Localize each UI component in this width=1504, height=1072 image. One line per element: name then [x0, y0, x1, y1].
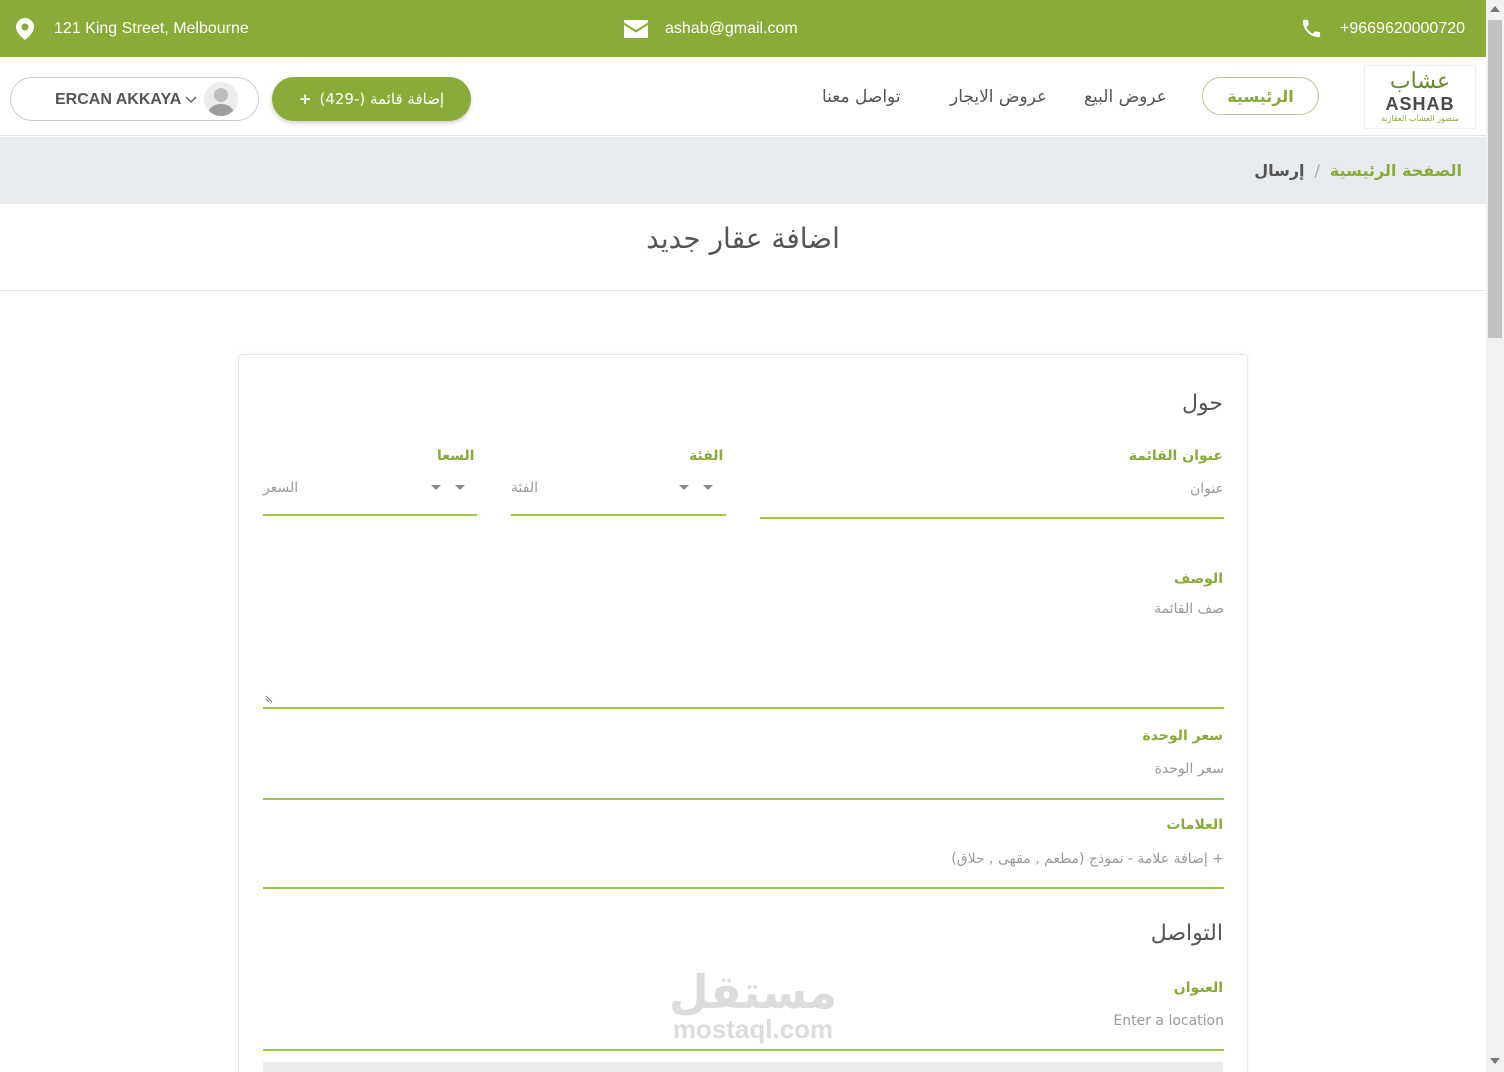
phone-text[interactable]: +9669620000720: [1340, 20, 1465, 38]
scroll-up-icon[interactable]: [1490, 6, 1500, 12]
scroll-down-icon[interactable]: [1490, 1058, 1500, 1064]
address-placeholder: Enter a location: [1113, 1013, 1224, 1029]
avatar[interactable]: [204, 82, 238, 116]
price-select[interactable]: السعر: [263, 463, 477, 516]
tags-placeholder: + إضافة علامة - نموذج (مطعم , مقهى , حلا…: [951, 851, 1224, 867]
email-text[interactable]: ashab@gmail.com: [665, 20, 798, 38]
user-avatar-icon: [204, 82, 238, 116]
phone-info[interactable]: +9669620000720: [1300, 0, 1465, 57]
page-title: اضافة عقار جديد: [646, 222, 840, 255]
location-map[interactable]: [263, 1062, 1223, 1072]
user-menu[interactable]: ERCAN AKKAYA: [10, 77, 259, 121]
nav-contact-link[interactable]: تواصل معنا: [822, 57, 901, 136]
watermark-english: mostaql.com: [672, 1014, 834, 1044]
plus-icon: +: [298, 90, 312, 108]
envelope-icon: [624, 19, 648, 38]
chevron-down-icon: [185, 96, 197, 104]
add-listing-label: إضافة قائمة (-429): [319, 90, 445, 108]
scrollbar-thumb[interactable]: [1488, 20, 1502, 338]
listing-title-placeholder: عنوان: [1190, 481, 1224, 497]
map-pin-icon: [16, 17, 34, 40]
add-listing-button[interactable]: إضافة قائمة (-429) +: [272, 77, 471, 121]
site-logo[interactable]: عشاب ASHAB منصور العشاب العقارية: [1364, 65, 1476, 129]
logo-tagline: منصور العشاب العقارية: [1381, 114, 1459, 123]
nav-rent-link[interactable]: عروض الايجار: [950, 57, 1047, 136]
section-contact-heading: التواصل: [1150, 921, 1223, 946]
caret-down-icon: [431, 485, 441, 490]
logo-arabic: عشاب: [1389, 69, 1451, 94]
caret-down-icon: [455, 485, 465, 490]
category-label: الفئة: [689, 448, 724, 464]
top-info-bar: 121 King Street, Melbourne ashab@gmail.c…: [0, 0, 1486, 57]
nav-home-link[interactable]: الرئيسية: [1202, 77, 1319, 115]
description-label: الوصف: [1173, 571, 1223, 587]
watermark: مستقل mostaql.com: [638, 968, 868, 1042]
price-placeholder: السعر: [263, 480, 299, 496]
watermark-arabic: مستقل: [668, 965, 838, 1019]
breadcrumb-bar: الصفحة الرئيسية / إرسال: [0, 137, 1486, 204]
resize-handle-icon[interactable]: [265, 693, 275, 703]
address-info: 121 King Street, Melbourne: [16, 0, 249, 57]
nav-sale-link[interactable]: عروض البيع: [1084, 57, 1167, 136]
caret-down-icon: [679, 485, 689, 490]
user-name-text: ERCAN AKKAYA: [55, 91, 182, 108]
unit-price-label: سعر الوحدة: [1142, 728, 1223, 744]
title-divider: [0, 290, 1486, 291]
description-textarea[interactable]: صف القائمة: [263, 591, 1224, 709]
address-label: العنوان: [1173, 980, 1223, 996]
breadcrumb: الصفحة الرئيسية / إرسال: [1254, 137, 1462, 204]
tags-label: العلامات: [1166, 817, 1223, 833]
listing-title-label: عنوان القائمة: [1128, 448, 1223, 464]
breadcrumb-home-link[interactable]: الصفحة الرئيسية: [1330, 161, 1462, 180]
caret-down-icon: [703, 485, 713, 490]
unit-price-input[interactable]: سعر الوحدة: [263, 747, 1224, 800]
price-label: السعا: [437, 448, 475, 464]
logo-english: ASHAB: [1385, 94, 1455, 114]
unit-price-placeholder: سعر الوحدة: [1154, 761, 1224, 777]
tags-input[interactable]: + إضافة علامة - نموذج (مطعم , مقهى , حلا…: [263, 835, 1224, 889]
address-text: 121 King Street, Melbourne: [54, 19, 249, 37]
category-select[interactable]: الفئة: [511, 463, 726, 516]
category-placeholder: الفئة: [511, 480, 538, 496]
main-navbar: عشاب ASHAB منصور العشاب العقارية الرئيسي…: [0, 57, 1486, 136]
description-placeholder: صف القائمة: [1154, 601, 1224, 617]
user-name[interactable]: ERCAN AKKAYA: [55, 78, 197, 122]
email-info[interactable]: ashab@gmail.com: [624, 0, 798, 57]
phone-icon: [1302, 19, 1321, 38]
section-about-heading: حول: [1182, 391, 1223, 416]
breadcrumb-separator: /: [1314, 161, 1320, 180]
listing-title-input[interactable]: عنوان: [760, 463, 1224, 519]
breadcrumb-current: إرسال: [1254, 161, 1305, 180]
